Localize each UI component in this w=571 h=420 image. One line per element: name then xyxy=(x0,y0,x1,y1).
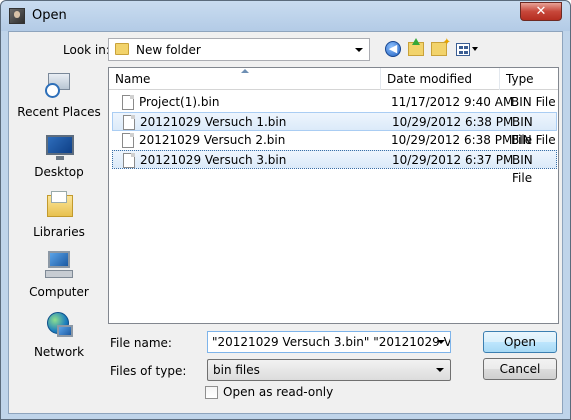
place-label: Network xyxy=(33,345,85,359)
filename-input[interactable]: "20121029 Versuch 3.bin" "20121029 Versu… xyxy=(207,331,451,353)
place-libraries[interactable]: Libraries xyxy=(15,187,103,245)
file-row[interactable]: 20121029 Versuch 1.bin 10/29/2012 6:38 P… xyxy=(112,112,557,147)
file-type: BIN File xyxy=(511,95,556,109)
column-type[interactable]: Type xyxy=(500,68,558,90)
up-folder-button[interactable] xyxy=(406,38,426,60)
new-folder-button[interactable] xyxy=(429,37,451,60)
file-row[interactable]: Project(1).bin 11/17/2012 9:40 AM BIN Fi… xyxy=(112,93,557,112)
new-folder-icon xyxy=(431,37,451,56)
filetype-value: bin files xyxy=(213,363,260,377)
view-menu-button[interactable] xyxy=(454,38,480,60)
libraries-icon xyxy=(45,191,75,221)
file-date: 10/29/2012 6:37 PM xyxy=(392,153,514,167)
file-icon xyxy=(123,153,135,168)
file-icon xyxy=(122,95,134,110)
filetype-select[interactable]: bin files xyxy=(207,359,451,381)
chevron-down-icon xyxy=(355,48,363,52)
readonly-checkbox[interactable] xyxy=(205,386,218,399)
app-icon xyxy=(9,8,25,24)
dialog-client: Look in: New folder ◀ Recent Places xyxy=(8,31,563,414)
filename-value: "20121029 Versuch 3.bin" "20121029 Versu… xyxy=(212,335,451,349)
file-type: BIN File xyxy=(511,133,556,147)
column-header: Name Date modified Type xyxy=(109,68,558,90)
up-folder-icon xyxy=(408,38,424,56)
close-button[interactable]: ✕ xyxy=(520,2,562,21)
file-row[interactable]: 20121029 Versuch 3.bin 10/29/2012 6:37 P… xyxy=(112,150,557,185)
desktop-icon xyxy=(45,131,75,161)
lookin-combo[interactable]: New folder xyxy=(108,38,370,61)
readonly-label: Open as read-only xyxy=(223,385,334,399)
file-date: 10/29/2012 6:38 PM xyxy=(391,133,513,147)
place-label: Desktop xyxy=(34,165,84,179)
column-date-modified[interactable]: Date modified xyxy=(381,68,500,90)
place-label: Computer xyxy=(29,285,89,299)
file-date: 11/17/2012 9:40 AM xyxy=(391,95,514,109)
open-dialog: Open ✕ Look in: New folder ◀ Recent Plac… xyxy=(0,0,571,420)
file-list[interactable]: Name Date modified Type Project(1).bin 1… xyxy=(108,67,559,324)
file-name: 20121029 Versuch 1.bin xyxy=(140,115,287,129)
places-bar: Recent Places Desktop Libraries Computer… xyxy=(15,67,103,361)
file-icon xyxy=(123,115,135,130)
place-computer[interactable]: Computer xyxy=(15,247,103,305)
cancel-button[interactable]: Cancel xyxy=(483,358,557,380)
file-row[interactable]: 20121029 Versuch 2.bin 10/29/2012 6:38 P… xyxy=(112,131,557,150)
place-label: Recent Places xyxy=(17,105,101,119)
view-menu-icon xyxy=(456,42,470,56)
column-name[interactable]: Name xyxy=(109,68,381,90)
computer-icon xyxy=(45,251,75,281)
folder-icon xyxy=(115,43,129,55)
file-name: 20121029 Versuch 3.bin xyxy=(140,153,287,167)
recent-places-icon xyxy=(45,71,75,101)
file-icon xyxy=(122,133,134,148)
network-icon xyxy=(45,311,75,341)
place-network[interactable]: Network xyxy=(15,307,103,365)
place-recent-places[interactable]: Recent Places xyxy=(15,67,103,125)
file-date: 10/29/2012 6:38 PM xyxy=(392,115,514,129)
file-type: BIN File xyxy=(512,153,533,185)
chevron-down-icon[interactable] xyxy=(437,340,445,344)
chevron-down-icon xyxy=(436,368,444,372)
place-desktop[interactable]: Desktop xyxy=(15,127,103,185)
filetype-label: Files of type: xyxy=(110,364,187,378)
file-name: 20121029 Versuch 2.bin xyxy=(139,133,286,147)
filename-label: File name: xyxy=(110,336,172,350)
chevron-down-icon xyxy=(472,47,478,51)
window-title: Open xyxy=(32,8,67,23)
lookin-label-text: Look in: xyxy=(63,43,110,57)
file-name: Project(1).bin xyxy=(139,95,220,109)
back-icon: ◀ xyxy=(385,41,401,57)
title-bar[interactable]: Open ✕ xyxy=(1,1,570,31)
lookin-value: New folder xyxy=(136,43,201,57)
lookin-label: Look in: xyxy=(63,43,110,57)
place-label: Libraries xyxy=(33,225,85,239)
back-button[interactable]: ◀ xyxy=(383,38,403,60)
open-button[interactable]: Open xyxy=(483,331,557,353)
